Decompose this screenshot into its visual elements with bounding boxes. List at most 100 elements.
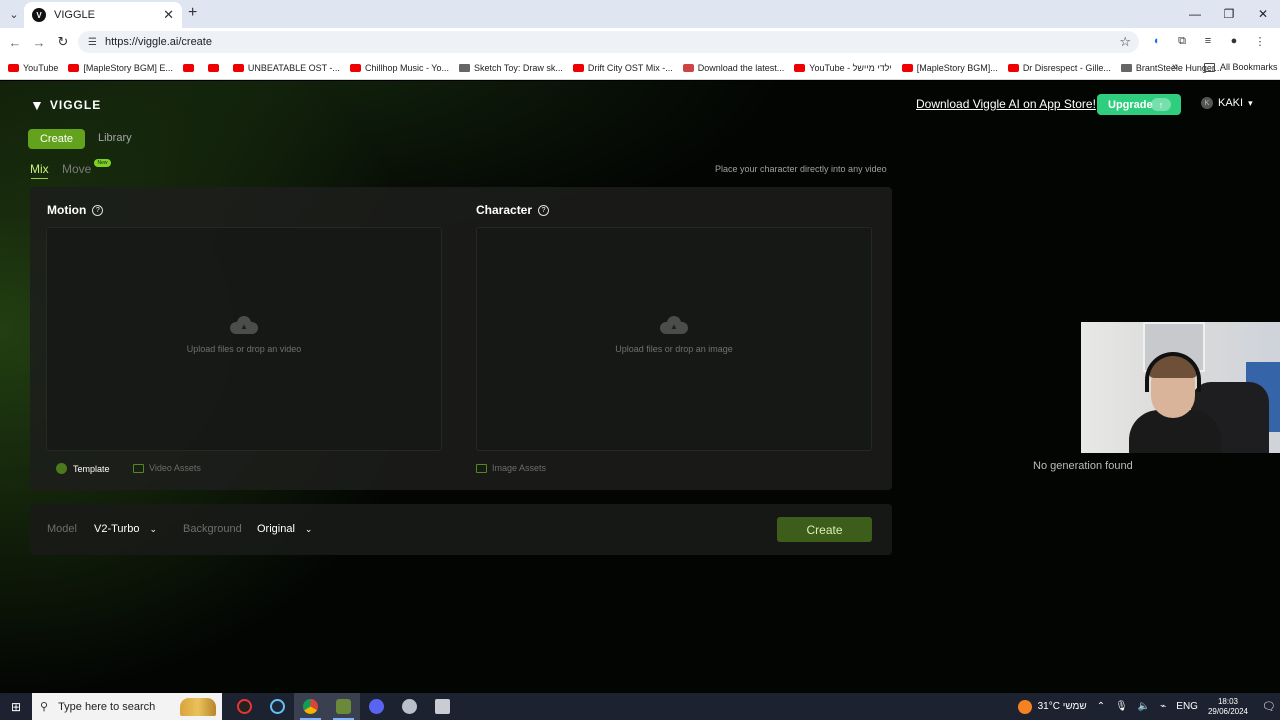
- youtube-icon: [794, 63, 806, 72]
- volume-icon[interactable]: 🔈: [1138, 701, 1150, 712]
- youtube-icon: [182, 63, 194, 72]
- search-icon: ⚲: [40, 701, 49, 713]
- site-info-icon[interactable]: ☰: [88, 37, 97, 48]
- character-section-title: Character ?: [476, 203, 550, 217]
- url-input[interactable]: ☰ https://viggle.ai/create ☆: [78, 31, 1139, 53]
- motion-section-title: Motion ?: [47, 203, 104, 217]
- bookmark-item[interactable]: [MapleStory BGM]...: [901, 63, 998, 73]
- bookmark-item[interactable]: Dr Disrespect - Gille...: [1007, 63, 1111, 73]
- upload-panel: Motion ? ▲ Upload files or drop an video…: [30, 187, 892, 490]
- image-assets-button[interactable]: Image Assets: [476, 463, 546, 473]
- discord-icon: [369, 699, 384, 714]
- extension-icons: ◖ ⧉ ≡ ● ⋮: [1148, 33, 1268, 49]
- bookmark-item[interactable]: [182, 63, 198, 72]
- minimize-icon[interactable]: —: [1178, 0, 1212, 28]
- taskbar-app-chrome[interactable]: [294, 693, 327, 720]
- taskbar-app-game[interactable]: [327, 693, 360, 720]
- tab-search-icon[interactable]: ⌄: [5, 5, 23, 23]
- mail-icon: [682, 63, 694, 72]
- browser-tab[interactable]: V VIGGLE ✕: [24, 2, 182, 28]
- microphone-icon[interactable]: 🎙: [1115, 701, 1128, 712]
- new-tab-icon[interactable]: +: [188, 4, 197, 22]
- character-dropzone[interactable]: ▲ Upload files or drop an image: [476, 227, 872, 451]
- profile-icon[interactable]: ●: [1226, 33, 1242, 49]
- chrome-icon: [303, 699, 318, 714]
- back-icon[interactable]: ←: [6, 33, 24, 51]
- bookmarks-bar: YouTube [MapleStory BGM] E... UNBEATABLE…: [0, 56, 1280, 80]
- bookmark-item[interactable]: UNBEATABLE OST -...: [232, 63, 340, 73]
- sketch-icon: [458, 63, 470, 72]
- mode-mix-tab[interactable]: Mix: [30, 162, 49, 176]
- bookmark-item[interactable]: YouTube - ילדי מיישל: [794, 63, 892, 73]
- avatar: K: [1201, 97, 1213, 109]
- bookmark-item[interactable]: [MapleStory BGM] E...: [68, 63, 173, 73]
- voice-extension-icon[interactable]: ◖: [1148, 33, 1164, 49]
- viggle-favicon-icon: V: [32, 8, 46, 22]
- viggle-logo[interactable]: ▼ VIGGLE: [30, 97, 101, 113]
- video-assets-button[interactable]: Video Assets: [133, 463, 201, 473]
- system-tray: 31°C שמשי ⌃ 🎙 🔈 ⌁ ENG 18:03 29/06/2024 🗨: [1017, 693, 1280, 720]
- record-icon: [237, 699, 252, 714]
- bookmark-item[interactable]: [207, 63, 223, 72]
- mode-move-tab[interactable]: Move: [62, 162, 91, 176]
- restore-icon[interactable]: ❐: [1212, 0, 1246, 28]
- tab-create[interactable]: Create: [28, 129, 85, 149]
- address-bar: ← → ↻ ☰ https://viggle.ai/create ☆ ◖ ⧉ ≡…: [0, 28, 1280, 56]
- taskbar-app-tool[interactable]: [393, 693, 426, 720]
- cloud-upload-icon: ▲: [230, 316, 258, 334]
- tray-chevron-up-icon[interactable]: ⌃: [1097, 701, 1105, 712]
- language-indicator[interactable]: ENG: [1176, 701, 1198, 712]
- windows-taskbar: ⊞ ⚲ Type here to search 31°C שמשי ⌃ 🎙 🔈 …: [0, 693, 1280, 720]
- media-control-icon[interactable]: ≡: [1200, 33, 1216, 49]
- cloud-upload-icon: ▲: [660, 316, 688, 334]
- windows-start-icon[interactable]: ⊞: [0, 693, 32, 720]
- steam-icon: [270, 699, 285, 714]
- bookmark-item[interactable]: Drift City OST Mix -...: [572, 63, 673, 73]
- youtube-icon: [572, 63, 584, 72]
- tab-library[interactable]: Library: [98, 132, 132, 144]
- close-tab-icon[interactable]: ✕: [163, 7, 174, 23]
- bookmark-item[interactable]: Chillhop Music - Yo...: [349, 63, 449, 73]
- forward-icon[interactable]: →: [30, 33, 48, 51]
- taskbar-app-explorer[interactable]: [426, 693, 459, 720]
- motion-dropzone[interactable]: ▲ Upload files or drop an video: [46, 227, 442, 451]
- character-drop-text: Upload files or drop an image: [615, 344, 733, 354]
- upgrade-button[interactable]: Upgrade ↑: [1097, 94, 1181, 115]
- close-window-icon[interactable]: ✕: [1246, 0, 1280, 28]
- webcam-overlay: [1081, 322, 1280, 453]
- youtube-icon: [349, 63, 361, 72]
- weather-sun-icon[interactable]: [1017, 699, 1032, 714]
- bookmark-item[interactable]: Sketch Toy: Draw sk...: [458, 63, 563, 73]
- create-button[interactable]: Create: [777, 517, 872, 542]
- youtube-icon: [68, 63, 80, 72]
- download-app-link[interactable]: Download Viggle AI on App Store!: [916, 97, 1096, 111]
- empty-state-text: No generation found: [1033, 460, 1133, 472]
- clock[interactable]: 18:03 29/06/2024: [1208, 697, 1248, 717]
- bookmark-star-icon[interactable]: ☆: [1119, 34, 1131, 50]
- background-select[interactable]: Original ⌄: [257, 523, 312, 535]
- extensions-puzzle-icon[interactable]: ⧉: [1174, 33, 1190, 49]
- template-button[interactable]: Template: [56, 463, 110, 474]
- help-icon[interactable]: ?: [92, 204, 104, 216]
- bookmark-item[interactable]: YouTube: [8, 63, 58, 73]
- taskbar-app-steam[interactable]: [261, 693, 294, 720]
- folder-icon: [133, 463, 144, 473]
- model-select[interactable]: V2-Turbo ⌄: [94, 523, 157, 535]
- taskbar-search-input[interactable]: ⚲ Type here to search: [32, 693, 222, 720]
- network-icon[interactable]: ⌁: [1160, 701, 1166, 712]
- taskbar-app-recorder[interactable]: [228, 693, 261, 720]
- browser-tab-bar: ⌄ V VIGGLE ✕ + — ❐ ✕: [0, 0, 1280, 28]
- window-controls: — ❐ ✕: [1178, 0, 1280, 28]
- reload-icon[interactable]: ↻: [54, 33, 72, 51]
- game-icon: [336, 699, 351, 714]
- weather-text[interactable]: 31°C שמשי: [1038, 701, 1087, 712]
- arrow-up-icon: ↑: [1151, 98, 1171, 111]
- help-icon[interactable]: ?: [538, 204, 550, 216]
- taskbar-app-discord[interactable]: [360, 693, 393, 720]
- notifications-icon[interactable]: 🗨: [1258, 693, 1280, 720]
- user-menu[interactable]: K KAKI ▾: [1201, 97, 1253, 109]
- menu-kebab-icon[interactable]: ⋮: [1252, 33, 1268, 49]
- more-bookmarks-icon[interactable]: »: [1172, 61, 1178, 73]
- bookmark-item[interactable]: Download the latest...: [682, 63, 784, 73]
- all-bookmarks[interactable]: All Bookmarks: [1204, 62, 1278, 72]
